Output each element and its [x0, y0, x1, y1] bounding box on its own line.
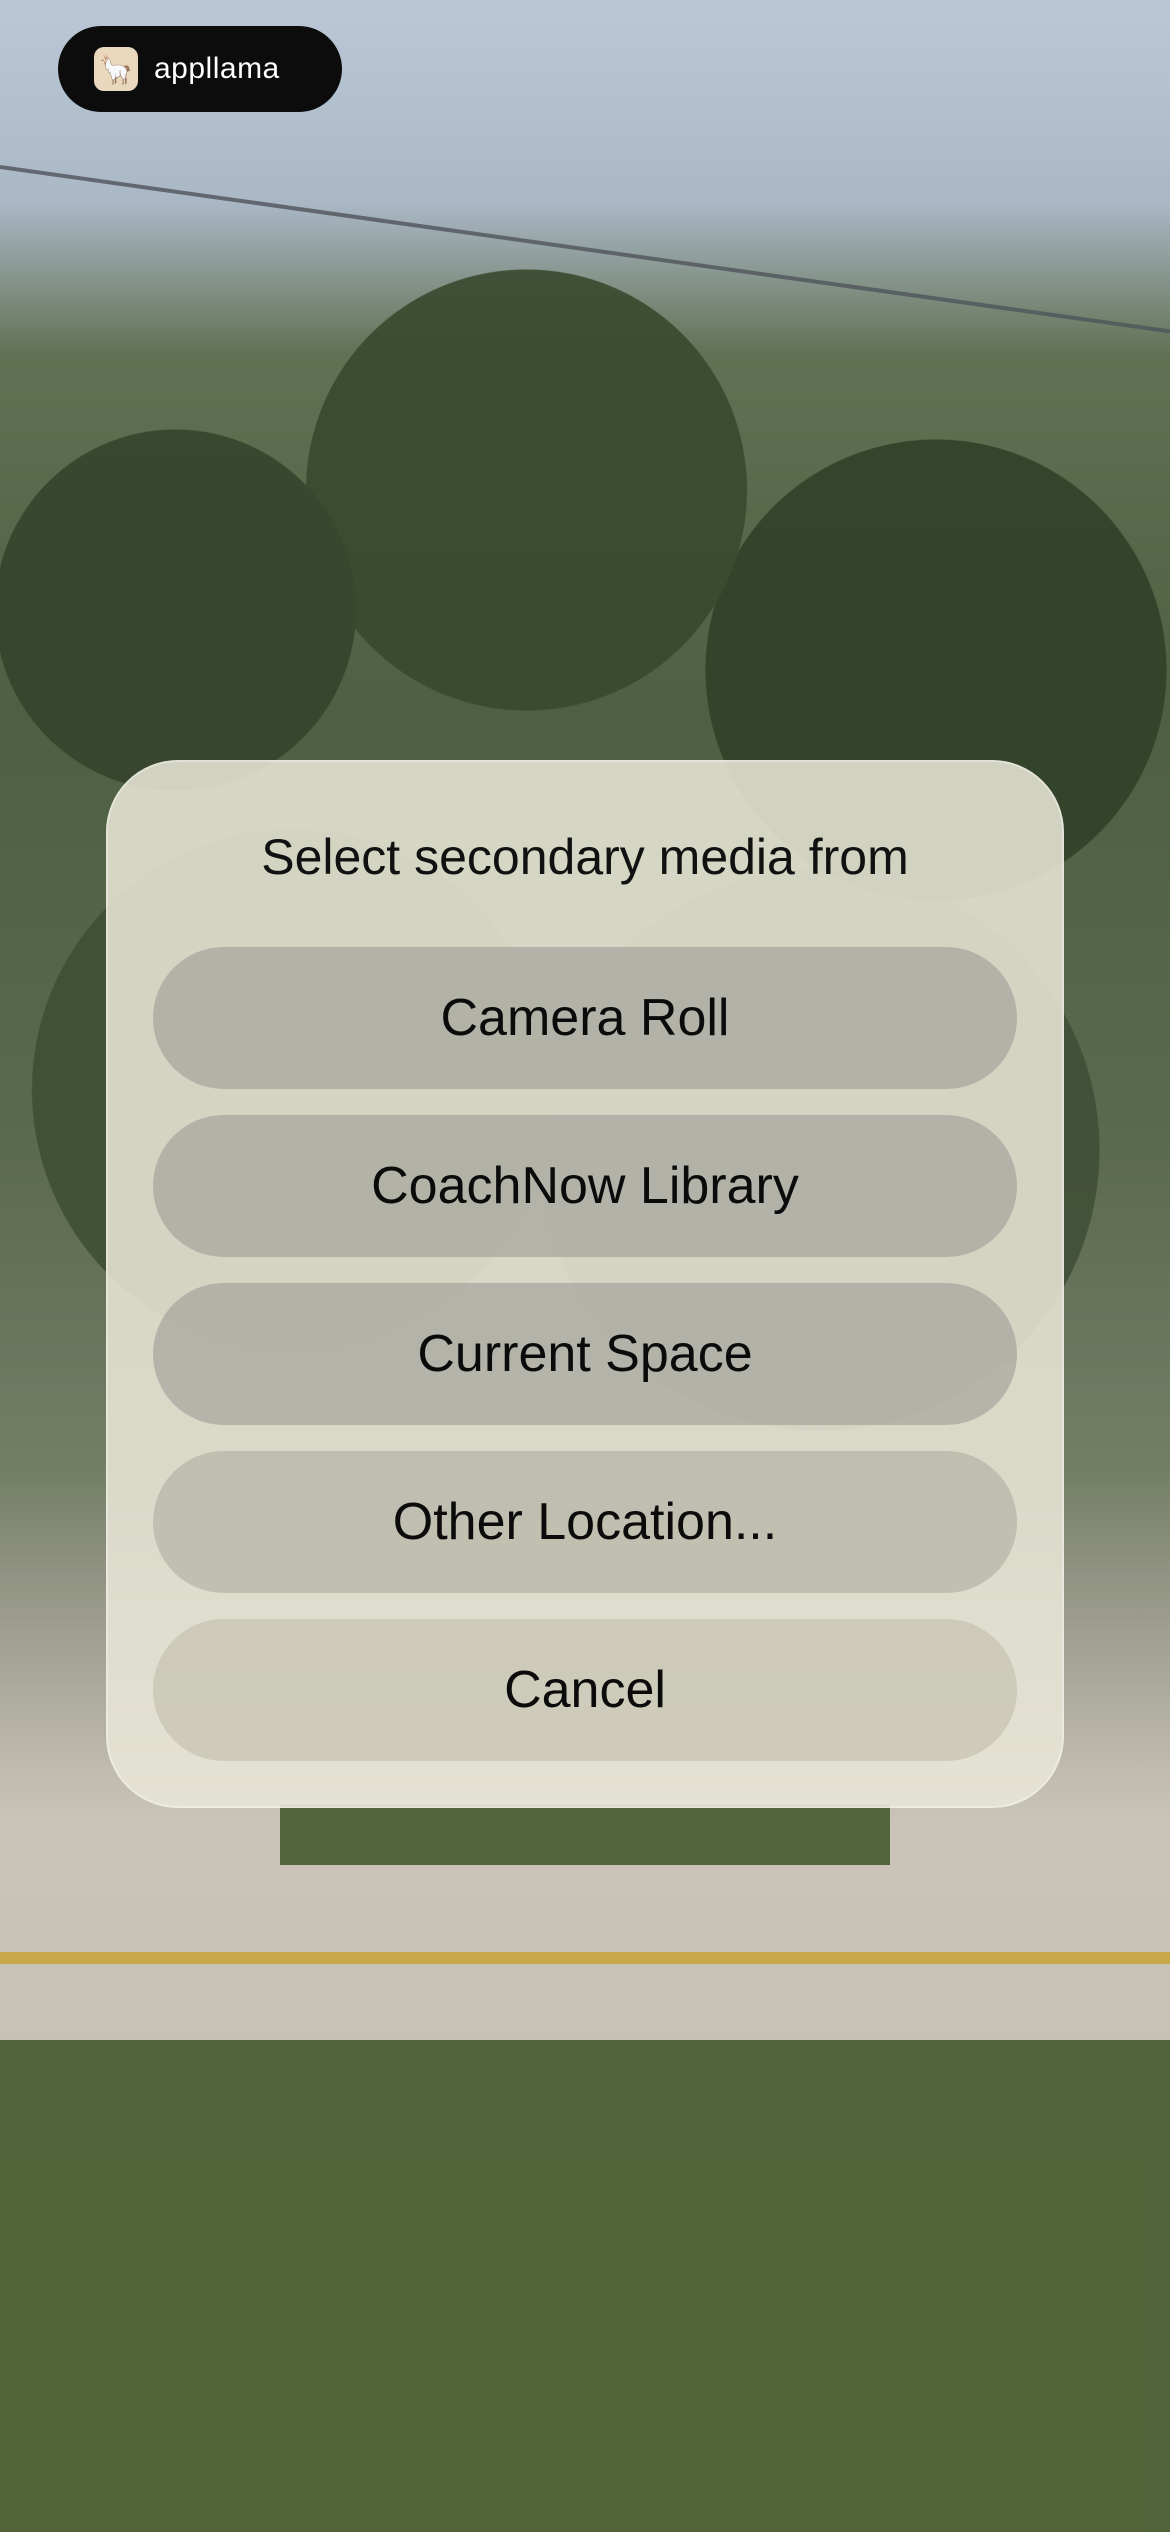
camera-roll-button[interactable]: Camera Roll: [153, 947, 1017, 1089]
cancel-button[interactable]: Cancel: [153, 1619, 1017, 1761]
other-location-button[interactable]: Other Location...: [153, 1451, 1017, 1593]
coachnow-library-button[interactable]: CoachNow Library: [153, 1115, 1017, 1257]
select-media-dialog: Select secondary media from Camera Roll …: [106, 760, 1064, 1808]
current-space-label: Current Space: [417, 1325, 753, 1383]
cancel-label: Cancel: [504, 1661, 666, 1719]
coachnow-library-label: CoachNow Library: [371, 1157, 799, 1215]
dialog-title: Select secondary media from: [261, 829, 909, 885]
camera-roll-label: Camera Roll: [440, 989, 730, 1047]
other-location-label: Other Location...: [392, 1493, 778, 1551]
current-space-button[interactable]: Current Space: [153, 1283, 1017, 1425]
